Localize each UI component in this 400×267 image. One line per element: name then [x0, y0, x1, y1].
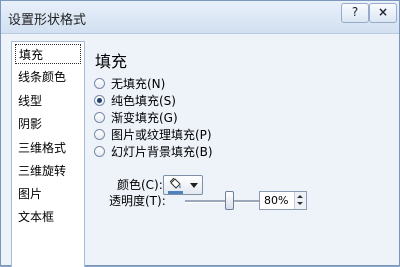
sidebar-item-picture[interactable]: 图片 [15, 184, 81, 204]
paint-bucket-icon [169, 177, 181, 189]
radio-background-fill[interactable] [94, 146, 105, 157]
transparency-label: 透明度(T): [109, 194, 166, 208]
category-list: 填充 线条颜色 线型 阴影 三维格式 三维旋转 图片 文本框 [11, 41, 85, 267]
radio-solid-fill[interactable] [94, 95, 105, 106]
option-label: 渐变填充(G) [111, 111, 178, 125]
spinner-buttons [294, 192, 306, 209]
radio-no-fill[interactable] [94, 78, 105, 89]
color-picker-button[interactable] [163, 175, 203, 195]
format-shape-dialog: 设置形状格式 ? × 填充 线条颜色 线型 阴影 三维格式 三维旋转 图片 文本… [0, 0, 400, 267]
option-label: 图片或纹理填充(P) [111, 128, 212, 142]
transparency-value[interactable]: 80% [264, 193, 288, 209]
sidebar-item-fill[interactable]: 填充 [15, 44, 81, 64]
spin-down-icon[interactable] [297, 202, 303, 205]
option-label: 幻灯片背景填充(B) [111, 145, 213, 159]
sidebar-item-3d-rotation[interactable]: 三维旋转 [15, 161, 81, 181]
color-swatch [168, 191, 183, 194]
sidebar-item-3d-format[interactable]: 三维格式 [15, 138, 81, 158]
sidebar-item-shadow[interactable]: 阴影 [15, 114, 81, 134]
panel-heading: 填充 [95, 52, 128, 71]
chevron-down-icon [190, 183, 198, 188]
option-label: 无填充(N) [111, 77, 166, 91]
title-bar: 设置形状格式 ? × [1, 1, 399, 34]
transparency-slider-thumb[interactable] [225, 191, 234, 210]
radio-gradient-fill[interactable] [94, 112, 105, 123]
help-button[interactable]: ? [341, 3, 369, 23]
dialog-title: 设置形状格式 [8, 13, 87, 28]
transparency-spinner[interactable]: 80% [259, 191, 307, 210]
sidebar-item-line-style[interactable]: 线型 [15, 91, 81, 111]
sidebar-item-text-box[interactable]: 文本框 [15, 207, 81, 227]
fill-panel: 填充 无填充(N) 纯色填充(S) 渐变填充(G) 图片或纹理填充(P) 幻灯片… [91, 41, 397, 267]
radio-picture-fill[interactable] [94, 129, 105, 140]
close-button[interactable]: × [369, 3, 397, 23]
spin-up-icon[interactable] [297, 195, 303, 198]
sidebar-item-line-color[interactable]: 线条颜色 [15, 67, 81, 87]
option-label: 纯色填充(S) [111, 94, 176, 108]
